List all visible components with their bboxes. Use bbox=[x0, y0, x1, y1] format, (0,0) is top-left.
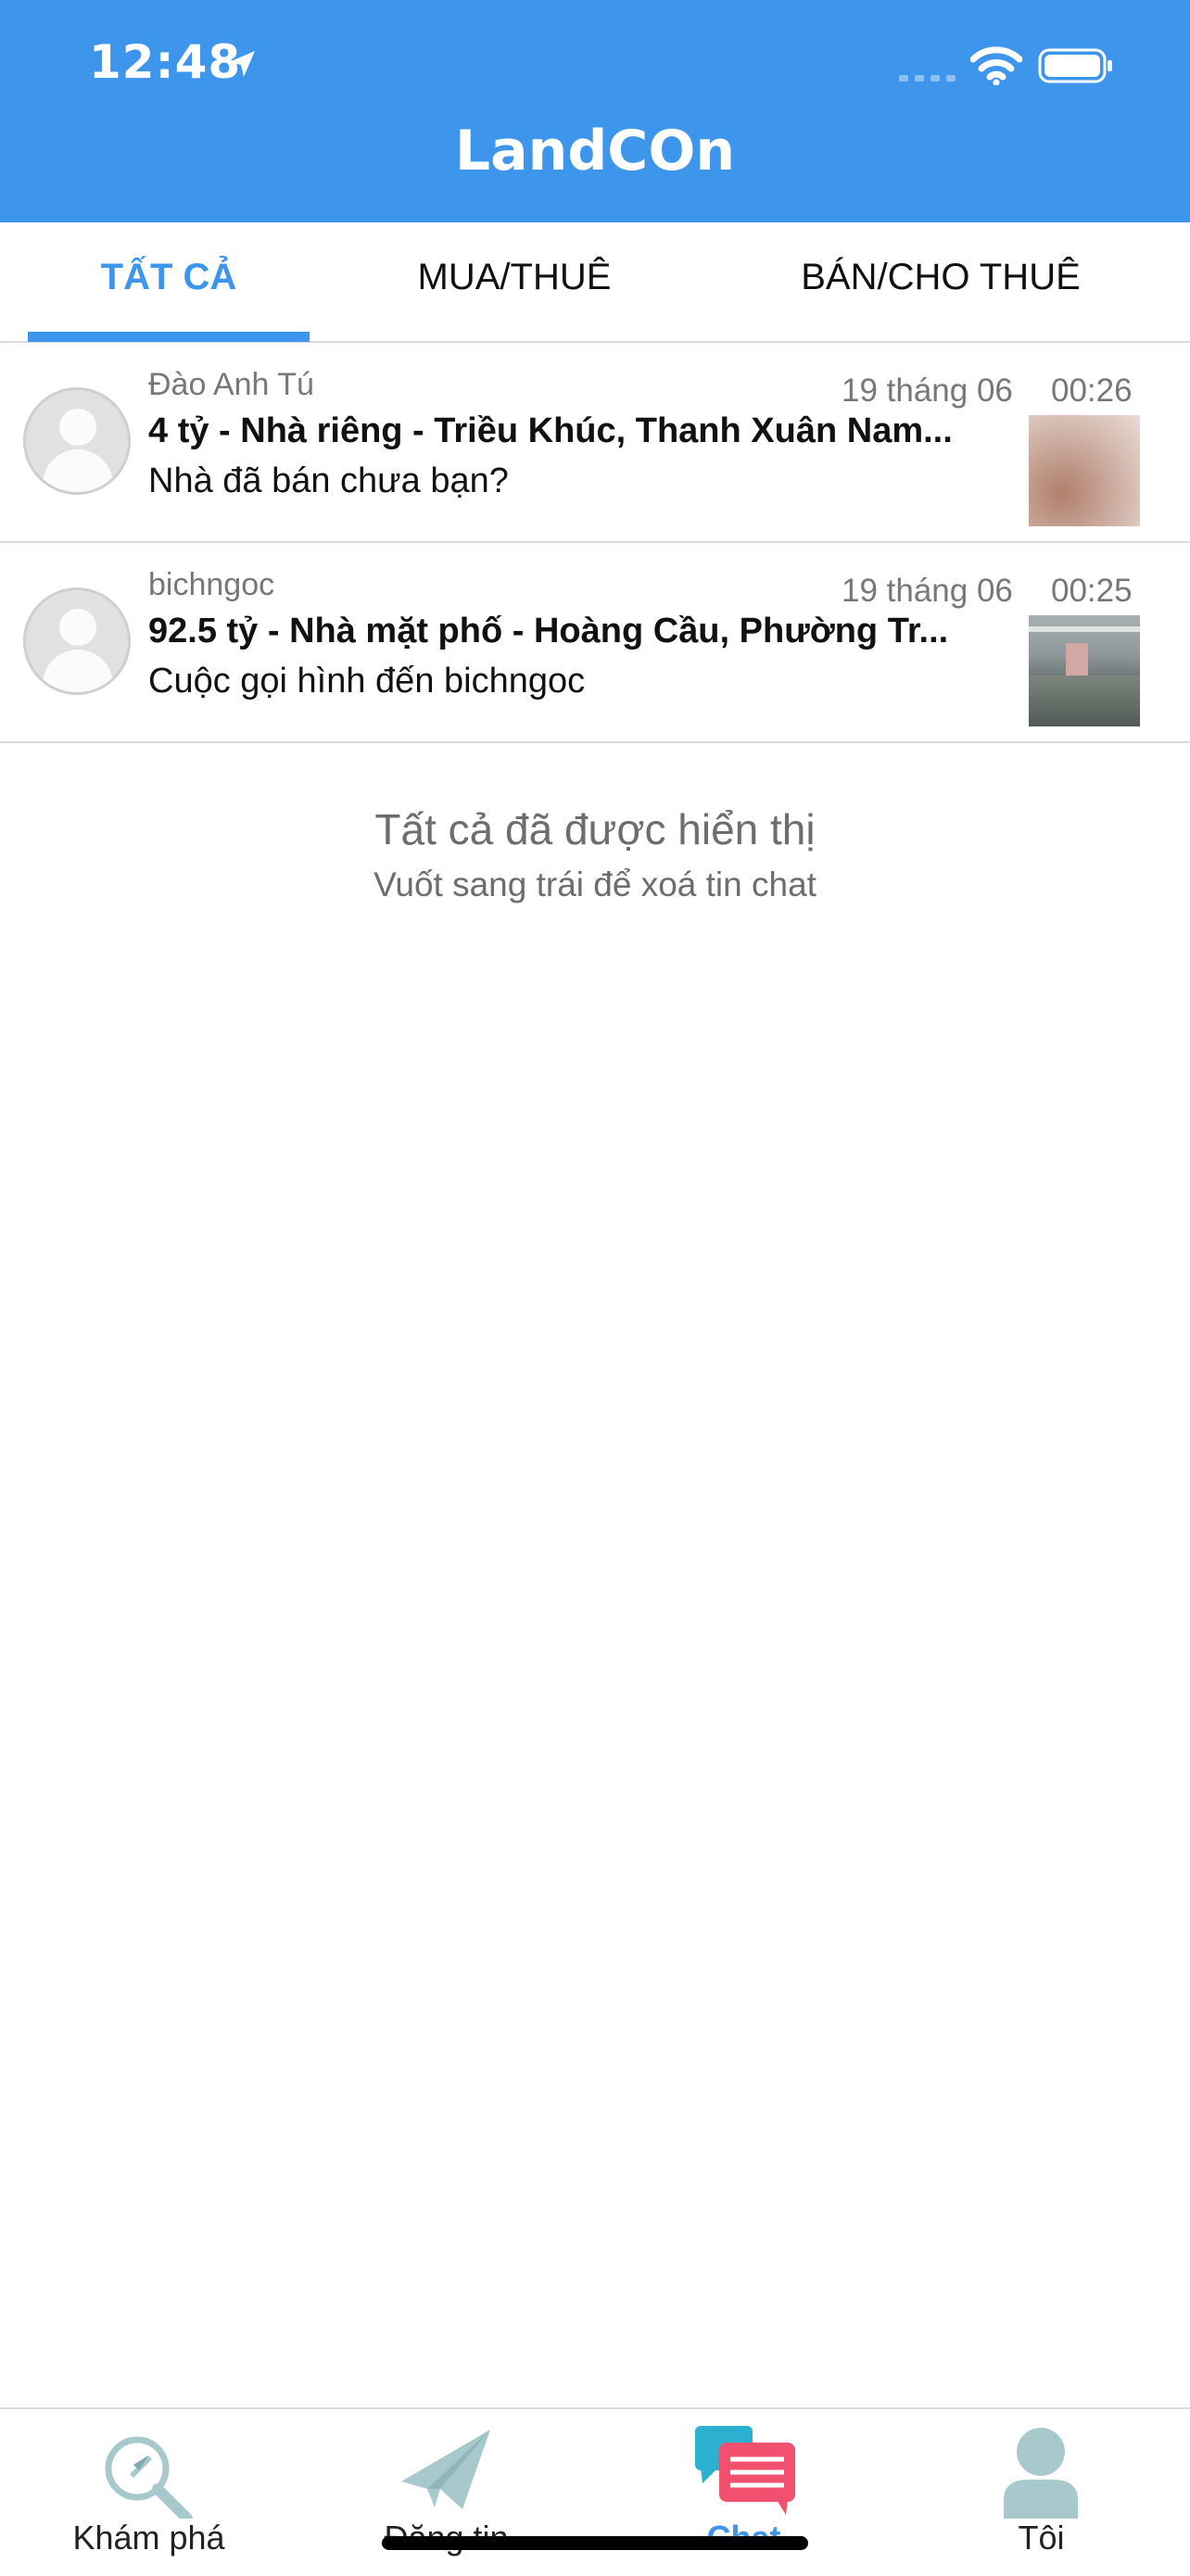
chat-list-item[interactable]: bichngoc 19 tháng 06 00:25 92.5 tỷ - Nhà… bbox=[0, 543, 1190, 743]
chat-message-preview: Cuộc gọi hình đến bichngoc bbox=[148, 662, 586, 701]
active-tab-indicator bbox=[28, 332, 310, 342]
battery-icon bbox=[1038, 48, 1112, 83]
nav-me[interactable]: Tôi bbox=[892, 2409, 1190, 2576]
nav-chat[interactable]: Chat bbox=[595, 2409, 892, 2576]
listing-thumbnail bbox=[1029, 615, 1140, 726]
chat-date: 19 tháng 06 bbox=[842, 573, 1013, 609]
app-header: 12:48 LandCOn bbox=[0, 0, 1190, 222]
nav-label: Tôi bbox=[1018, 2519, 1065, 2557]
chat-listing-title: 92.5 tỷ - Nhà mặt phố - Hoàng Cầu, Phườn… bbox=[148, 612, 949, 650]
chat-date: 19 tháng 06 bbox=[842, 373, 1013, 409]
compass-search-icon bbox=[105, 2436, 193, 2519]
tab-all[interactable]: TẤT CẢ bbox=[28, 222, 310, 341]
nav-label: Khám phá bbox=[72, 2519, 225, 2557]
listing-thumbnail bbox=[1029, 415, 1140, 526]
chat-sender-name: bichngoc bbox=[148, 567, 275, 602]
chat-sender-name: Đào Anh Tú bbox=[148, 367, 314, 402]
app-logo: LandCOn bbox=[454, 119, 736, 183]
avatar bbox=[23, 387, 131, 495]
tab-buy-rent[interactable]: MUA/THUÊ bbox=[334, 222, 695, 341]
user-icon bbox=[1004, 2428, 1078, 2519]
end-of-list-title: Tất cả đã được hiển thị bbox=[374, 805, 816, 853]
tab-sell-lease[interactable]: BÁN/CHO THUÊ bbox=[741, 222, 1140, 341]
home-indicator[interactable] bbox=[382, 2536, 808, 2550]
tab-bar: TẤT CẢ MUA/THUÊ BÁN/CHO THUÊ bbox=[0, 222, 1190, 343]
nav-explore[interactable]: Khám phá bbox=[0, 2409, 298, 2576]
chat-list-item[interactable]: Đào Anh Tú 19 tháng 06 00:26 4 tỷ - Nhà … bbox=[0, 343, 1190, 543]
chat-time: 00:25 bbox=[1051, 573, 1133, 609]
paper-plane-icon bbox=[401, 2430, 490, 2509]
status-time: 12:48 bbox=[89, 35, 242, 89]
chat-listing-title: 4 tỷ - Nhà riêng - Triều Khúc, Thanh Xuâ… bbox=[148, 411, 953, 450]
chat-time: 00:26 bbox=[1051, 373, 1133, 409]
wifi-icon bbox=[970, 46, 1022, 85]
location-arrow-icon bbox=[229, 51, 255, 77]
chat-bubbles-icon bbox=[695, 2426, 795, 2515]
avatar bbox=[23, 587, 131, 695]
chat-message-preview: Nhà đã bán chưa bạn? bbox=[148, 461, 509, 500]
nav-post[interactable]: Đăng tin bbox=[298, 2409, 595, 2576]
cellular-signal-icon bbox=[899, 75, 956, 82]
end-of-list-hint: Vuốt sang trái để xoá tin chat bbox=[373, 865, 817, 903]
